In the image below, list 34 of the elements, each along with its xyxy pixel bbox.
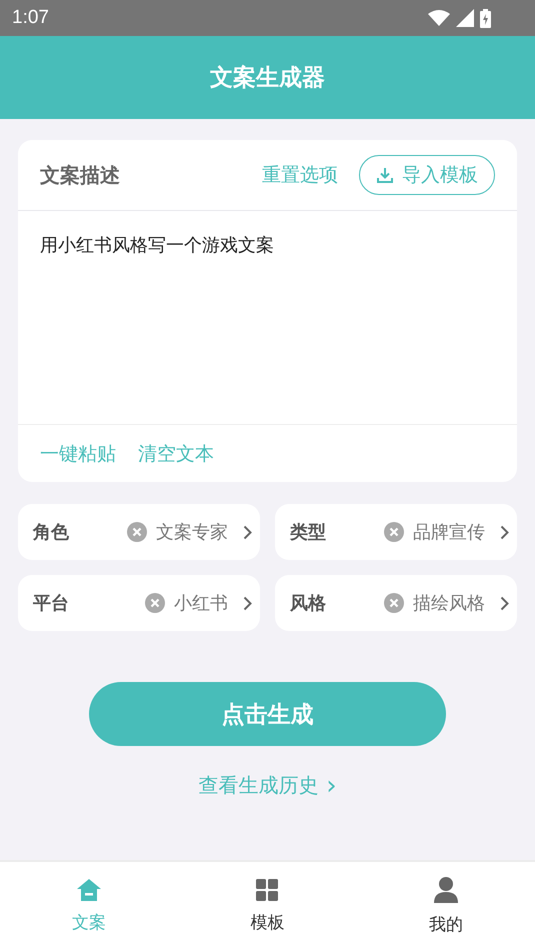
battery-icon — [480, 8, 491, 28]
option-selector[interactable]: 类型 品牌宣传 — [275, 504, 517, 560]
option-label: 平台 — [33, 592, 69, 615]
option-selector[interactable]: 风格 描绘风格 — [275, 575, 517, 631]
option-label: 风格 — [290, 592, 326, 615]
chevron-right-icon — [500, 596, 509, 610]
option-value: 描绘风格 — [413, 592, 485, 615]
chevron-right-icon — [243, 524, 252, 540]
nav-tab[interactable]: 我的 — [356, 862, 535, 951]
option-label: 角色 — [33, 521, 69, 544]
download-icon — [376, 166, 394, 184]
option-label: 类型 — [290, 521, 326, 544]
person-icon — [434, 877, 458, 903]
option-selector[interactable]: 角色 文案专家 — [18, 504, 260, 560]
grid-icon — [256, 879, 278, 901]
chevron-right-icon — [500, 524, 509, 540]
clear-icon[interactable] — [145, 593, 165, 613]
signal-icon — [456, 9, 474, 27]
chevron-right-icon — [243, 596, 252, 610]
clear-icon[interactable] — [384, 522, 404, 542]
clear-icon[interactable] — [384, 593, 404, 613]
card-title: 文案描述 — [40, 162, 121, 188]
option-selector[interactable]: 平台 小红书 — [18, 575, 260, 631]
house-icon — [77, 879, 102, 901]
status-time: 1:07 — [12, 7, 49, 29]
option-value: 小红书 — [174, 592, 228, 615]
description-field[interactable]: 用小红书风格写一个游戏文案 — [18, 211, 517, 425]
option-value: 文案专家 — [156, 521, 228, 544]
clear-icon[interactable] — [127, 522, 147, 542]
page-title: 文案生成器 — [210, 64, 325, 93]
history-arrow: › — [326, 772, 337, 798]
nav-tab[interactable]: 模板 — [178, 862, 357, 951]
wifi-icon — [428, 10, 450, 26]
option-value: 品牌宣传 — [413, 521, 485, 544]
